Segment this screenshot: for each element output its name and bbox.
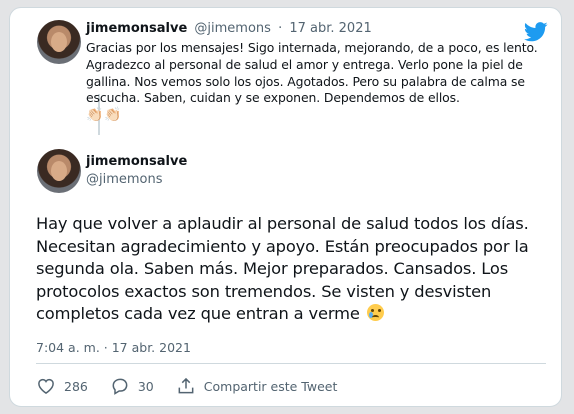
sad-tear-emoji-icon [366,304,384,321]
reply-tweet-text: Gracias por los mensajes! Sigo internada… [86,40,541,124]
share-label: Compartir este Tweet [203,378,338,394]
clapping-hands-emoji: 👏🏻👏🏻 [86,107,123,124]
reply-author-handle[interactable]: @jimemons [194,21,271,36]
reply-date[interactable]: 17 abr. 2021 [289,21,371,36]
reply-avatar[interactable] [37,20,81,64]
share-icon [178,377,194,394]
reply-text-body: Gracias por los mensajes! Sigo internada… [86,40,538,106]
main-text-body: Hay que volver a aplaudir al personal de… [36,214,529,323]
main-tweet-text: Hay que volver a aplaudir al personal de… [36,213,561,326]
speech-bubble-icon [112,378,128,395]
reply-button[interactable]: 30 [110,376,154,396]
reply-count: 30 [137,378,154,394]
heart-icon [38,378,54,394]
reply-author-name[interactable]: jimemonsalve [86,21,187,36]
main-author-name-row: jimemonsalve [86,154,187,169]
tweet-actions-bar: 286 30 Compartir este Tweet [36,374,359,398]
actions-divider [36,363,546,364]
twitter-bird-icon[interactable] [524,22,548,42]
main-avatar[interactable] [37,149,81,193]
main-timestamp[interactable]: 7:04 a. m. · 17 abr. 2021 [36,340,191,355]
main-author-name[interactable]: jimemonsalve [86,154,187,169]
reply-header: jimemonsalve @jimemons · 17 abr. 2021 [86,21,372,36]
like-count: 286 [64,378,88,394]
main-author-handle[interactable]: @jimemons [86,172,163,187]
share-button[interactable]: Compartir este Tweet [176,376,338,396]
tweet-card: jimemonsalve @jimemons · 17 abr. 2021 Gr… [9,7,562,407]
like-button[interactable]: 286 [36,376,88,396]
reply-separator: · [278,21,283,36]
